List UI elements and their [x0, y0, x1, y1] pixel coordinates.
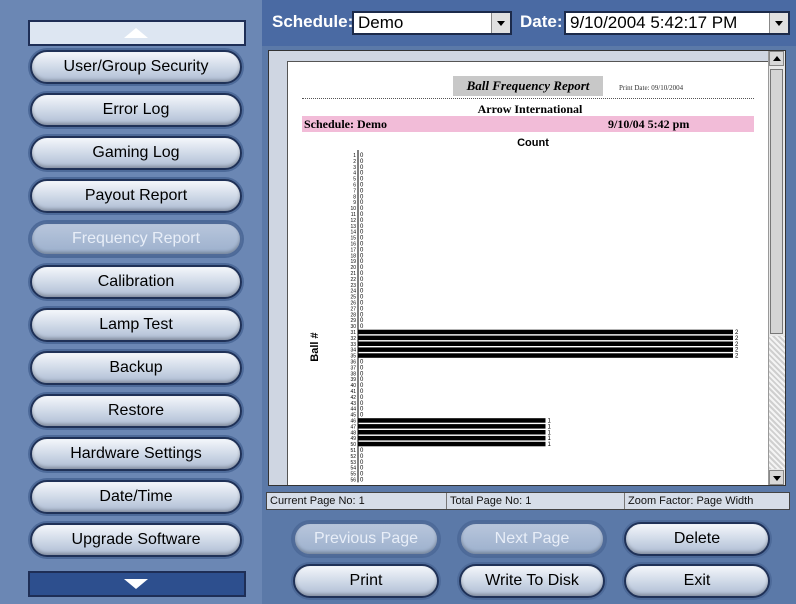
- bar: [358, 441, 546, 447]
- date-select[interactable]: 9/10/2004 5:42:17 PM: [564, 11, 790, 35]
- arrow-down-icon: [124, 579, 148, 589]
- chart-title: Count: [517, 137, 549, 149]
- report-viewer[interactable]: Ball Frequency Report Print Date: 09/10/…: [268, 50, 786, 486]
- scrollbar-up-icon[interactable]: [769, 51, 784, 66]
- bar: [358, 347, 733, 352]
- date-value: 9/10/2004 5:42:17 PM: [570, 13, 738, 32]
- zoom-status: Zoom Factor: Page Width: [628, 495, 754, 507]
- bar: [358, 341, 733, 346]
- calibration-button[interactable]: Calibration: [30, 265, 242, 299]
- delete-button[interactable]: Delete: [624, 522, 770, 556]
- scroll-up-button[interactable]: [28, 20, 246, 46]
- dropdown-arrow-icon[interactable]: [769, 13, 788, 33]
- toolbar: Schedule: Demo Date: 9/10/2004 5:42:17 P…: [262, 0, 796, 46]
- date-label: Date:: [520, 12, 563, 31]
- next-page-button[interactable]: Next Page: [459, 522, 605, 556]
- payout-report-button[interactable]: Payout Report: [30, 179, 242, 213]
- bar: [358, 424, 546, 429]
- schedule-select[interactable]: Demo: [352, 11, 512, 35]
- bar: [358, 418, 546, 423]
- scrollbar-thumb[interactable]: [770, 69, 783, 334]
- write-to-disk-button[interactable]: Write To Disk: [459, 564, 605, 598]
- bar: [358, 353, 733, 358]
- scrollbar-down-icon[interactable]: [769, 470, 784, 485]
- frequency-report-button[interactable]: Frequency Report: [30, 222, 242, 256]
- data-label: 2: [735, 354, 739, 360]
- scroll-down-button[interactable]: [28, 571, 246, 597]
- current-page-status: Current Page No: 1: [267, 493, 447, 509]
- restore-button[interactable]: Restore: [30, 394, 242, 428]
- previous-page-button[interactable]: Previous Page: [293, 522, 439, 556]
- schedule-label: Schedule:: [272, 12, 354, 31]
- status-bar: Current Page No: 1 Total Page No: 1 Zoom…: [266, 492, 790, 510]
- backup-button[interactable]: Backup: [30, 351, 242, 385]
- bar: [358, 435, 546, 441]
- schedule-value: Demo: [358, 13, 404, 32]
- bar: [358, 335, 733, 341]
- gaming-log-button[interactable]: Gaming Log: [30, 136, 242, 170]
- user-group-security-button[interactable]: User/Group Security: [30, 50, 242, 84]
- report-page: Ball Frequency Report Print Date: 09/10/…: [287, 61, 773, 485]
- axis-label-y: Ball #: [309, 332, 321, 361]
- arrow-up-icon: [124, 28, 148, 38]
- dropdown-arrow-icon[interactable]: [491, 13, 510, 33]
- tick-label: 56: [350, 477, 356, 483]
- upgrade-software-button[interactable]: Upgrade Software: [30, 523, 242, 557]
- scrollbar-track[interactable]: [769, 336, 785, 469]
- data-label: 1: [548, 442, 552, 448]
- data-label: 0: [360, 413, 364, 419]
- date-time-button[interactable]: Date/Time: [30, 480, 242, 514]
- data-label: 0: [360, 324, 364, 330]
- sidebar: User/Group Security Error Log Gaming Log…: [0, 0, 262, 604]
- bar: [358, 430, 546, 435]
- error-log-button[interactable]: Error Log: [30, 93, 242, 127]
- hardware-settings-button[interactable]: Hardware Settings: [30, 437, 242, 471]
- total-pages-status: Total Page No: 1: [447, 493, 625, 509]
- exit-button[interactable]: Exit: [624, 564, 770, 598]
- vertical-scrollbar[interactable]: [768, 51, 785, 485]
- print-button[interactable]: Print: [293, 564, 439, 598]
- lamp-test-button[interactable]: Lamp Test: [30, 308, 242, 342]
- frequency-chart: CountBall #1 02 03 04 05 06 07 08 09 010 011 012 013…: [309, 137, 739, 483]
- data-label: 0: [360, 477, 364, 483]
- bar: [358, 329, 733, 335]
